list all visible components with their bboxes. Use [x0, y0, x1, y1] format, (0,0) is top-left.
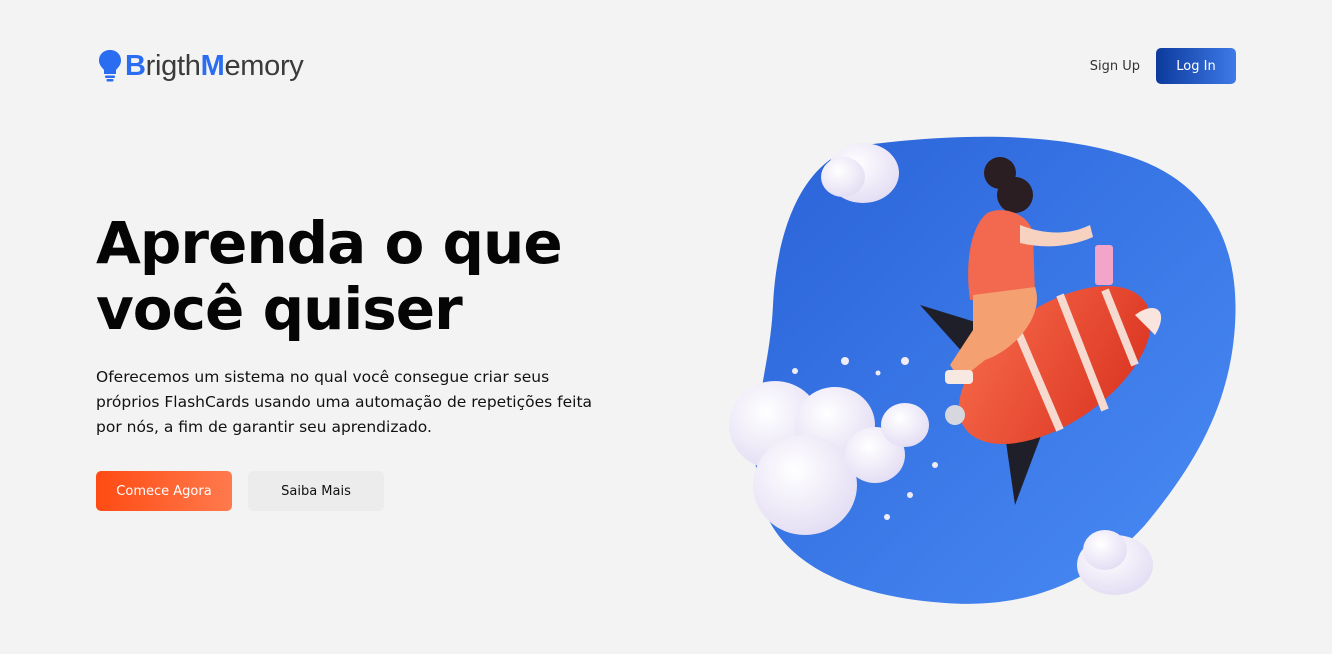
cloud-top [821, 143, 899, 203]
top-nav: Sign Up Log In [1090, 48, 1236, 84]
start-now-button[interactable]: Comece Agora [96, 471, 232, 511]
lightbulb-icon [99, 50, 121, 82]
signup-link[interactable]: Sign Up [1090, 59, 1140, 74]
brand-initial-b: B [125, 49, 146, 82]
brand-text-emory: emory [224, 49, 304, 82]
learn-more-button[interactable]: Saiba Mais [248, 471, 384, 511]
brand-name: BrigthMemory [125, 50, 304, 83]
rocket-illustration [729, 136, 1236, 604]
brand-initial-m: M [200, 49, 225, 82]
hero-description: Oferecemos um sistema no qual você conse… [96, 368, 593, 436]
landing-page: BrigthMemory Sign Up Log In Aprenda o qu… [0, 0, 1332, 654]
cloud-bottom [1077, 530, 1153, 595]
brand-logo[interactable]: BrigthMemory [98, 46, 304, 86]
hero-title-line-1: Aprenda o que [96, 209, 563, 277]
hero-title-line-2: você quiser [96, 275, 463, 343]
hero-title: Aprenda o que você quiser [96, 210, 656, 342]
brand-text-rigth: rigth [145, 49, 201, 82]
login-button[interactable]: Log In [1156, 48, 1236, 84]
